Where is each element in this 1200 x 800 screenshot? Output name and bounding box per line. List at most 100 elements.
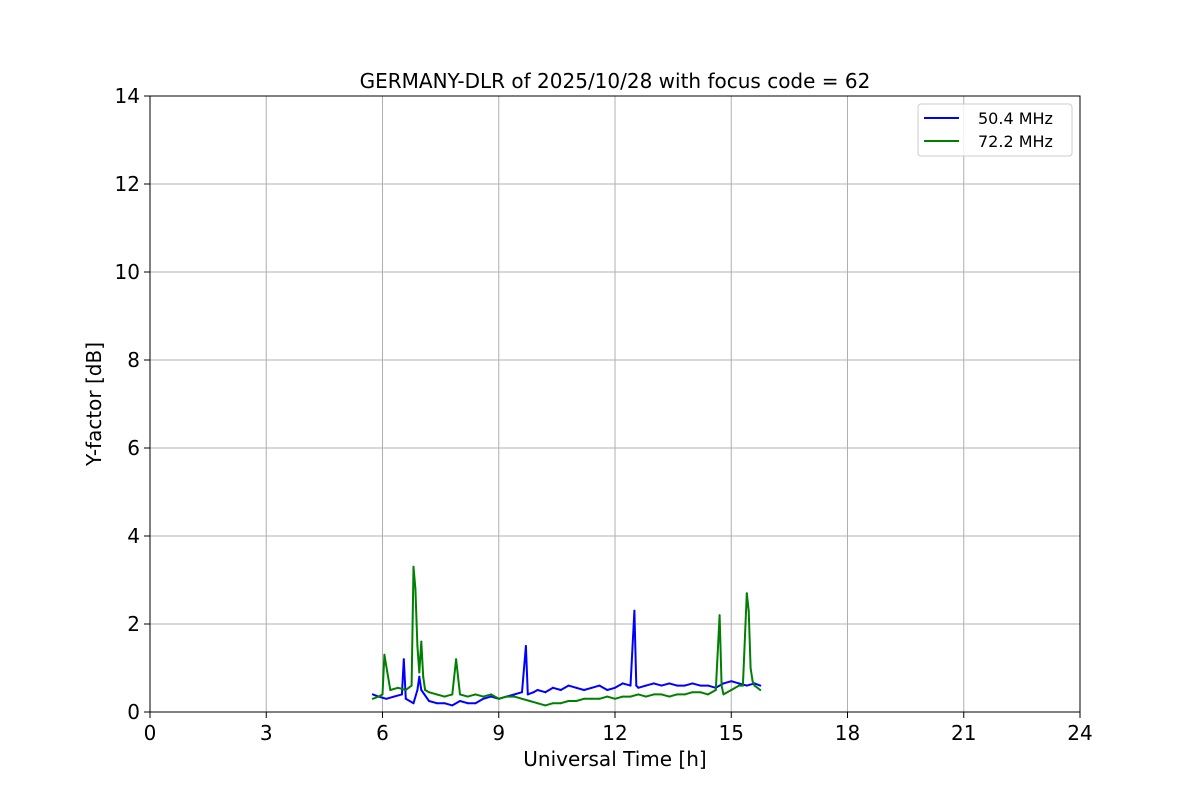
series-1-point <box>552 686 554 689</box>
series-2-point <box>738 684 740 687</box>
series-1-point <box>730 680 733 683</box>
x-axis-label: Universal Time [h] <box>523 747 706 771</box>
series-2-point <box>652 693 655 696</box>
series-2-point <box>497 697 500 700</box>
series-2-point <box>751 680 754 683</box>
series-1-point <box>524 645 527 647</box>
series-2-point <box>614 697 616 700</box>
series-1-point <box>451 704 454 707</box>
series-2-point <box>389 689 392 691</box>
series-2-point <box>637 693 640 696</box>
series-2-point <box>590 697 593 700</box>
series-1-point <box>466 702 469 705</box>
series-1-point <box>459 700 461 702</box>
y-tick-label: 4 <box>127 524 140 548</box>
series-2-point <box>443 695 446 698</box>
series-2-point <box>699 691 702 694</box>
series-1-point <box>474 702 477 705</box>
series-1-point <box>606 689 609 691</box>
y-axis-label: Y-factor [dB] <box>82 342 106 467</box>
series-2-point <box>741 684 744 687</box>
series-2-point <box>404 689 407 691</box>
series-2-point <box>668 695 671 698</box>
legend: 50.4 MHz 72.2 MHz <box>917 103 1073 157</box>
series-2-point <box>691 691 694 694</box>
series-2-point <box>544 704 547 707</box>
series-1-point <box>536 689 539 691</box>
series-2-point <box>466 695 469 698</box>
series-1-point <box>645 684 647 687</box>
y-tick-label: 0 <box>127 700 140 724</box>
series-1-point <box>691 682 694 685</box>
series-2-point <box>720 684 723 687</box>
series-2-point <box>422 675 425 678</box>
x-tick-label: 18 <box>835 721 860 745</box>
series-1-point <box>676 684 678 687</box>
legend-label-1: 50.4 MHz <box>978 109 1053 128</box>
series-2-point <box>474 693 477 696</box>
chart-title: GERMANY-DLR of 2025/10/28 with focus cod… <box>360 69 871 93</box>
series-2-point <box>753 684 756 687</box>
series-2-point <box>412 565 415 568</box>
y-tick-label: 2 <box>127 612 140 636</box>
figure: GERMANY-DLR of 2025/10/28 with focus cod… <box>0 0 1200 800</box>
series-1-point <box>575 686 578 689</box>
series-1-point <box>526 693 529 696</box>
x-tick-label: 21 <box>951 721 976 745</box>
series-1-point <box>385 697 388 700</box>
series-1-point <box>637 686 640 689</box>
series-2-point <box>559 702 562 705</box>
series-2-point <box>722 693 725 696</box>
series-2-point <box>606 695 609 698</box>
series-2-point <box>707 693 709 696</box>
series-1-point <box>420 689 423 691</box>
series-2-point <box>747 609 750 612</box>
series-2-point <box>451 693 454 696</box>
series-2-point <box>428 691 430 694</box>
y-tick-label: 8 <box>127 348 140 372</box>
series-2-point <box>745 592 748 595</box>
series-2-point <box>490 693 492 696</box>
series-2-point <box>718 614 721 617</box>
series-2-point <box>621 695 624 698</box>
x-tick-label: 6 <box>376 721 389 745</box>
series-1-point <box>668 682 671 685</box>
x-tick-label: 24 <box>1067 721 1092 745</box>
series-1-point <box>633 609 636 612</box>
series-2-point <box>416 645 419 647</box>
series-1-point <box>443 702 446 705</box>
series-2-point <box>420 640 423 643</box>
series-2-point <box>505 695 508 698</box>
series-2-point <box>381 693 384 696</box>
series-1-point <box>707 684 709 687</box>
series-2-point <box>418 671 421 674</box>
series-1-point <box>722 682 725 685</box>
series-2-point <box>410 684 413 687</box>
series-2-point <box>629 695 632 698</box>
series-2-point <box>397 686 399 689</box>
series-2-point <box>583 697 585 700</box>
series-2-point <box>552 702 554 705</box>
x-tick-label: 12 <box>602 721 627 745</box>
series-1-point <box>393 695 396 698</box>
series-1-point <box>683 684 686 687</box>
series-1-point <box>416 689 419 691</box>
series-1-point <box>583 689 585 691</box>
legend-label-2: 72.2 MHz <box>978 132 1053 151</box>
series-1-point <box>418 675 421 678</box>
series-1-point <box>513 693 516 696</box>
series-1-point <box>400 693 403 696</box>
series-2-point <box>676 693 678 696</box>
series-1-point <box>482 697 485 700</box>
series-2-point <box>371 697 374 700</box>
series-1-point <box>621 682 624 685</box>
series-2-point <box>377 695 380 698</box>
series-1-point <box>404 697 407 700</box>
series-1-point <box>532 691 535 694</box>
x-tick-label: 3 <box>260 721 273 745</box>
series-1-point <box>412 702 415 705</box>
series-2-point <box>528 700 531 702</box>
series-1-point <box>544 691 547 694</box>
series-2-point <box>730 689 733 691</box>
series-1-point <box>635 684 638 687</box>
